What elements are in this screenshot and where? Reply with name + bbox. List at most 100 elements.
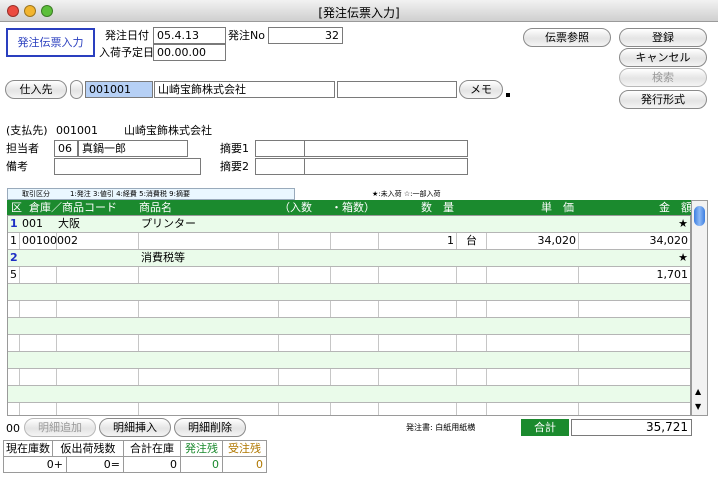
cell-kubun[interactable] <box>8 301 19 317</box>
cell-unit[interactable] <box>457 267 486 283</box>
cell-price[interactable] <box>487 386 578 402</box>
cell-code[interactable] <box>20 267 56 283</box>
cell-unit[interactable] <box>457 284 486 300</box>
cell-unit[interactable] <box>457 301 486 317</box>
slip-reference-button[interactable]: 伝票参照 <box>523 28 611 47</box>
cell-code[interactable] <box>20 318 56 334</box>
cell-item[interactable] <box>139 301 278 317</box>
cell-price[interactable] <box>487 267 578 283</box>
table-row[interactable]: 1 00100002 1 台 34,020 34,020 <box>8 233 690 250</box>
table-row[interactable]: 2 消費税等 ★ <box>8 250 690 267</box>
cell-unit[interactable] <box>457 403 486 415</box>
summary2-code-field[interactable] <box>255 158 305 175</box>
cell-qty[interactable] <box>379 335 456 351</box>
cell-qty[interactable] <box>379 369 456 385</box>
cell-warehouse[interactable] <box>56 267 138 283</box>
cell-kubun[interactable] <box>8 318 19 334</box>
supplier-button[interactable]: 仕入先 <box>5 80 67 99</box>
cell-kubun[interactable]: 2 <box>8 250 19 266</box>
table-row[interactable] <box>8 301 690 318</box>
cell-qty[interactable] <box>379 216 456 232</box>
cell-price[interactable] <box>487 250 578 266</box>
cell-unit[interactable] <box>457 216 486 232</box>
scroll-up-icon[interactable]: ▲ <box>695 387 701 396</box>
cell-price[interactable] <box>487 352 578 368</box>
arrival-date-field[interactable]: 00.00.00 <box>153 44 226 61</box>
order-no-field[interactable]: 32 <box>268 27 343 44</box>
cell-unit[interactable] <box>457 250 486 266</box>
cell-item[interactable] <box>139 233 278 249</box>
table-row[interactable]: 1 001 大阪 プリンター ★ <box>8 216 690 233</box>
cancel-button[interactable]: キャンセル <box>619 48 707 67</box>
cell-warehouse[interactable] <box>56 301 138 317</box>
cell-unit[interactable] <box>457 386 486 402</box>
issue-format-button[interactable]: 発行形式 <box>619 90 707 109</box>
staff-name-field[interactable]: 真鍋一郎 <box>78 140 188 157</box>
grid-scrollbar[interactable]: ▲ ▼ <box>691 200 708 416</box>
cell-item[interactable]: プリンター <box>139 216 278 232</box>
note-field[interactable] <box>54 158 201 175</box>
cell-item[interactable] <box>139 369 278 385</box>
cell-unit[interactable] <box>457 352 486 368</box>
cell-qty[interactable] <box>379 250 456 266</box>
staff-code-field[interactable]: 06 <box>54 140 78 157</box>
cell-kubun[interactable] <box>8 284 19 300</box>
cell-warehouse[interactable] <box>56 352 138 368</box>
cell-warehouse[interactable] <box>56 318 138 334</box>
cell-code[interactable] <box>20 284 56 300</box>
cell-kubun[interactable] <box>8 335 19 351</box>
cell-price[interactable] <box>487 284 578 300</box>
table-row[interactable]: 5 1,701 <box>8 267 690 284</box>
cell-warehouse[interactable] <box>56 233 138 249</box>
summary1-text-field[interactable] <box>304 140 468 157</box>
cell-code[interactable] <box>20 301 56 317</box>
cell-price[interactable]: 34,020 <box>487 233 578 249</box>
add-detail-button[interactable]: 明細追加 <box>24 418 96 437</box>
supplier-name-field[interactable]: 山崎宝飾株式会社 <box>154 81 335 98</box>
cell-kubun[interactable] <box>8 352 19 368</box>
cell-item[interactable] <box>139 318 278 334</box>
cell-item[interactable] <box>139 284 278 300</box>
cell-kubun[interactable] <box>8 403 19 415</box>
cell-qty[interactable] <box>379 386 456 402</box>
cell-kubun[interactable]: 5 <box>8 267 19 283</box>
cell-item[interactable] <box>139 267 278 283</box>
cell-kubun[interactable]: 1 <box>8 216 19 232</box>
cell-unit[interactable] <box>457 369 486 385</box>
table-row[interactable] <box>8 369 690 386</box>
cell-code[interactable] <box>20 250 56 266</box>
cell-unit[interactable]: 台 <box>457 233 486 249</box>
cell-price[interactable] <box>487 403 578 415</box>
cell-item[interactable]: 消費税等 <box>139 250 278 266</box>
cell-item[interactable] <box>139 403 278 415</box>
cell-item[interactable] <box>139 386 278 402</box>
summary2-text-field[interactable] <box>304 158 468 175</box>
cell-code[interactable] <box>20 352 56 368</box>
cell-price[interactable] <box>487 216 578 232</box>
order-date-field[interactable]: 05.4.13 <box>153 27 226 44</box>
cell-warehouse[interactable] <box>56 386 138 402</box>
cell-item[interactable] <box>139 352 278 368</box>
scroll-down-icon[interactable]: ▼ <box>695 402 701 411</box>
cell-item[interactable] <box>139 335 278 351</box>
supplier-code-field[interactable]: 001001 <box>85 81 153 98</box>
delete-detail-button[interactable]: 明細削除 <box>174 418 246 437</box>
cell-code[interactable] <box>20 369 56 385</box>
cell-qty[interactable] <box>379 403 456 415</box>
search-button[interactable]: 検索 <box>619 68 707 87</box>
cell-warehouse[interactable] <box>56 335 138 351</box>
cell-unit[interactable] <box>457 318 486 334</box>
cell-unit[interactable] <box>457 335 486 351</box>
supplier-lookup-button[interactable] <box>70 80 83 99</box>
cell-kubun[interactable] <box>8 369 19 385</box>
scroll-thumb[interactable] <box>694 206 705 226</box>
table-row[interactable] <box>8 284 690 301</box>
insert-detail-button[interactable]: 明細挿入 <box>99 418 171 437</box>
cell-qty[interactable] <box>379 318 456 334</box>
cell-code[interactable]: 001 <box>20 216 56 232</box>
cell-qty[interactable] <box>379 267 456 283</box>
cell-price[interactable] <box>487 318 578 334</box>
register-button[interactable]: 登録 <box>619 28 707 47</box>
cell-price[interactable] <box>487 335 578 351</box>
cell-qty[interactable]: 1 <box>379 233 456 249</box>
